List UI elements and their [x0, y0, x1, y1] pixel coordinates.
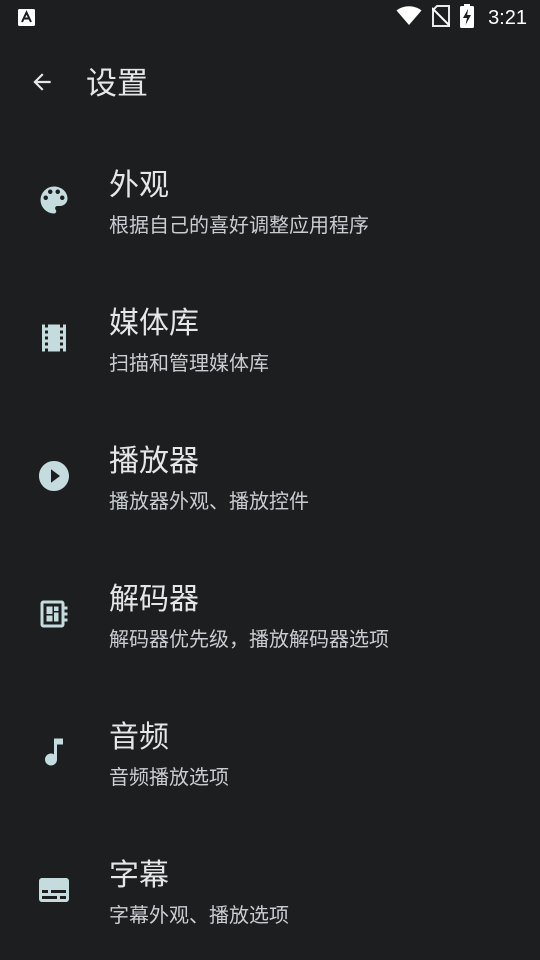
film-strip-icon: [36, 320, 72, 356]
decoder-chip-icon: [36, 596, 72, 632]
clock-time: 3:21: [488, 6, 527, 29]
settings-item-player[interactable]: 播放器 播放器外观、播放控件: [0, 394, 540, 532]
settings-item-title: 音频: [109, 720, 169, 755]
settings-item-summary: 字幕外观、播放选项: [109, 903, 289, 927]
settings-item-media-library[interactable]: 媒体库 扫描和管理媒体库: [0, 256, 540, 394]
settings-item-summary: 扫描和管理媒体库: [109, 351, 269, 375]
back-button[interactable]: [18, 60, 66, 108]
no-sim-icon: [431, 5, 451, 31]
settings-item-title: 外观: [109, 168, 169, 203]
settings-item-subtitles[interactable]: 字幕 字幕外观、播放选项: [0, 808, 540, 946]
settings-item-summary: 根据自己的喜好调整应用程序: [109, 213, 369, 237]
play-circle-icon: [36, 458, 72, 494]
settings-item-title: 字幕: [109, 858, 169, 893]
page-title: 设置: [86, 66, 148, 102]
music-note-icon: [36, 734, 72, 770]
settings-item-title: 播放器: [109, 444, 199, 479]
palette-icon: [36, 182, 72, 218]
settings-item-title: 媒体库: [109, 306, 199, 341]
settings-item-summary: 解码器优先级，播放解码器选项: [109, 627, 389, 651]
settings-item-decoder[interactable]: 解码器 解码器优先级，播放解码器选项: [0, 532, 540, 670]
status-bar: 3:21: [0, 0, 540, 36]
settings-item-appearance[interactable]: 外观 根据自己的喜好调整应用程序: [0, 118, 540, 256]
subtitles-icon: [36, 872, 72, 908]
settings-item-summary: 播放器外观、播放控件: [109, 489, 309, 513]
arrow-back-icon: [29, 69, 55, 99]
accessibility-notification-icon: [18, 9, 35, 26]
settings-list: 外观 根据自己的喜好调整应用程序 媒体库 扫描和管理媒体库 播放器 播放器外观、…: [0, 118, 540, 946]
battery-charging-icon: [460, 4, 475, 32]
wifi-icon: [396, 6, 422, 30]
settings-item-summary: 音频播放选项: [109, 765, 229, 789]
settings-item-title: 解码器: [109, 582, 199, 617]
settings-item-audio[interactable]: 音频 音频播放选项: [0, 670, 540, 808]
